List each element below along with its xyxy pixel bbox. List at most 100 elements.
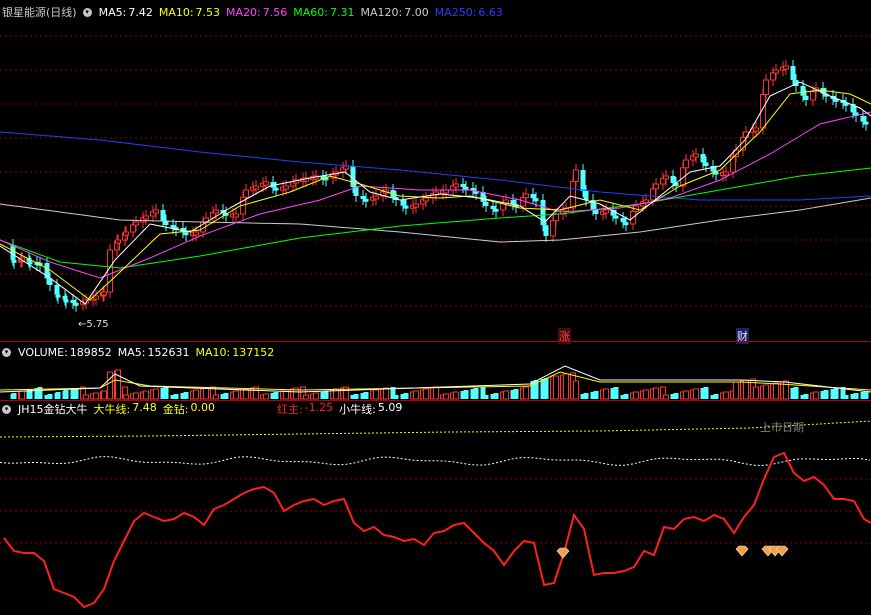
candle-body (490, 206, 496, 209)
candle-body (763, 79, 769, 95)
volume-bar (843, 395, 849, 399)
candle-body (753, 127, 759, 132)
volume-bar (163, 387, 169, 399)
volume-bar (393, 395, 399, 399)
volume-bar (453, 391, 459, 400)
volume-bar (633, 391, 639, 400)
volume-bar (823, 390, 829, 399)
candle-body (403, 205, 409, 209)
volume-bar (613, 387, 619, 399)
volume-bar (733, 381, 739, 400)
volume-bar (833, 388, 839, 399)
listing-date-label: 上市日期 (760, 421, 804, 434)
volume-bar (303, 394, 309, 400)
toggle-icon[interactable]: ▾ (2, 347, 11, 357)
daniu-legend: 大牛线: 7.48 (93, 401, 157, 416)
candle-body (613, 215, 619, 219)
candle-body (70, 300, 76, 303)
volume-bar (143, 390, 149, 400)
price-header: 银星能源(日线) ▾ MA5: 7.42 MA10: 7.53 MA20: 7.56 … (2, 4, 503, 20)
volume-bar (723, 391, 729, 400)
jinzuan-legend: 金钻: 0.00 (162, 401, 215, 416)
candle-body (703, 162, 709, 166)
candle-body (623, 222, 629, 226)
toggle-icon[interactable]: ▾ (2, 404, 11, 414)
volume-bar (573, 380, 579, 400)
volume-bar (693, 388, 699, 400)
ma5-legend: MA5: 7.42 (98, 5, 153, 19)
candle-body (770, 72, 776, 81)
xiaoniu-line (0, 456, 871, 466)
candle-body (543, 225, 549, 236)
volume-bar (443, 393, 449, 400)
candle-body (783, 65, 789, 70)
volume-bar (273, 392, 279, 399)
candle-body (373, 195, 379, 200)
candle-body (803, 95, 809, 100)
candle-body (423, 197, 429, 202)
volume-bar (123, 394, 129, 400)
candle-body (863, 121, 869, 125)
candle-body (153, 209, 159, 214)
volume-bar (73, 388, 79, 399)
volume-bar (783, 380, 789, 400)
volume-bar (793, 387, 799, 399)
volume-panel[interactable]: ▾ VOLUME: 189852 MA5: 152631 MA10: 137152 (0, 342, 871, 400)
price-panel[interactable]: 银星能源(日线) ▾ MA5: 7.42 MA10: 7.53 MA20: 7.56 … (0, 0, 871, 344)
candle-body (573, 169, 579, 182)
candle-body (620, 218, 626, 223)
candle-body (800, 86, 806, 96)
volume-bar (93, 392, 99, 400)
candle-body (700, 154, 706, 163)
volume-bar (553, 375, 559, 400)
volume-bar (753, 386, 759, 400)
volume-header: ▾ VOLUME: 189852 MA5: 152631 MA10: 137152 (2, 344, 274, 360)
candle-body (530, 194, 536, 199)
volume-bar (663, 394, 669, 400)
candle-body (283, 185, 289, 190)
volume-bar (19, 390, 25, 400)
volume-bar (173, 394, 179, 399)
candle-body (160, 210, 166, 221)
volume-bar (683, 390, 689, 400)
toggle-icon[interactable]: ▾ (82, 7, 92, 17)
candle-body (183, 232, 189, 236)
candle-body (54, 285, 60, 295)
volume-bar (11, 393, 17, 399)
volume-bar (863, 391, 869, 399)
indicator-panel[interactable]: ▾ JH15金钻大牛 大牛线: 7.48 金钻: 0.00 红主: -1.25 小牛线… (0, 401, 871, 615)
volume-bar (363, 392, 369, 399)
volume-bar (473, 388, 479, 399)
volume-bar (853, 393, 859, 399)
candle-body (101, 291, 107, 296)
volume-bar (63, 390, 69, 399)
indicator-chart[interactable] (0, 401, 871, 615)
volume-bar (603, 388, 609, 400)
candle-body (243, 189, 249, 198)
candle-body (533, 198, 539, 202)
volume-bar (593, 391, 599, 399)
indicator-name: JH15金钻大牛 (18, 403, 88, 416)
candle-body (143, 215, 149, 220)
price-chart[interactable] (0, 0, 871, 341)
candle-body (273, 187, 279, 191)
volume-bar (47, 394, 53, 399)
volume-bar (803, 394, 809, 399)
volume-bar (223, 393, 229, 399)
jinzuan-diamond-icon (775, 545, 789, 557)
candle-body (653, 183, 659, 190)
volume-bar (763, 384, 769, 400)
candle-body (133, 221, 139, 226)
candle-body (413, 203, 419, 208)
candle-body (10, 245, 16, 260)
volume-bar (623, 394, 629, 399)
volume-bar (101, 390, 107, 400)
volume-bar (773, 382, 779, 400)
volume-bar (423, 388, 429, 400)
volume-bar (323, 391, 329, 399)
candle-body (480, 192, 486, 202)
volume-bar (713, 394, 719, 399)
ma120-legend: MA120: 7.00 (360, 5, 429, 19)
candle-body (55, 294, 61, 298)
volume-bar (673, 393, 679, 399)
